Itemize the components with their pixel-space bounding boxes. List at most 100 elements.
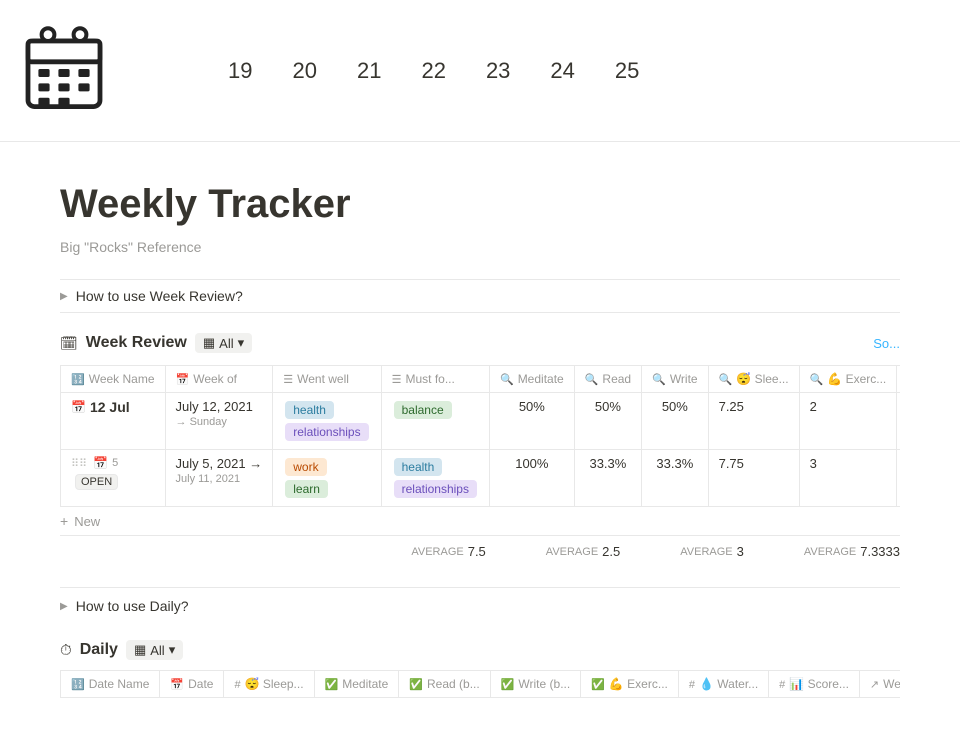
row2-exercise: 3 [799, 450, 897, 507]
daily-col-week: ↗Week [859, 671, 900, 698]
week-review-title: Week Review [86, 334, 187, 352]
daily-view-selector[interactable]: ▦ All ▾ [126, 640, 183, 660]
row1-date-arrow: → Sunday [176, 416, 263, 428]
row2-went-well-tag-work: work [285, 458, 326, 476]
week-review-table: 🔢Week Name 📅Week of ☰Went well ☰Must fo.… [60, 365, 900, 507]
row1-must-focus: balance [381, 393, 489, 450]
daily-col-meditate: ✅Meditate [314, 671, 399, 698]
daily-chevron-icon: ▾ [169, 642, 176, 658]
toggle-arrow-daily: ▶ [60, 601, 68, 612]
how-to-use-daily-label: How to use Daily? [76, 598, 189, 614]
row2-must-focus-tag-health: health [394, 458, 443, 476]
row1-must-focus-tag-balance: balance [394, 401, 452, 419]
avg-sleep: AVERAGE 7.5 [411, 544, 485, 559]
col-write: 🔍Write [642, 366, 708, 393]
date-20: 20 [292, 58, 316, 84]
date-numbers-row: 19 20 21 22 23 24 25 [128, 42, 960, 100]
how-to-use-daily-toggle[interactable]: ▶ How to use Daily? [60, 587, 900, 624]
add-new-row[interactable]: + New [60, 507, 900, 535]
row2-open-badge: OPEN [75, 474, 118, 490]
daily-col-exercise: ✅💪 Exerc... [581, 671, 679, 698]
avg-water-value: 3 [737, 544, 744, 559]
table-row: 📅 12 Jul July 12, 2021 → Sunday health r… [61, 393, 901, 450]
avg-score: AVERAGE 7.3333 [804, 544, 900, 559]
row1-meditate: 50% [489, 393, 574, 450]
row2-calendar-icon: 📅 [93, 456, 108, 470]
daily-col-score: #📊 Score... [769, 671, 860, 698]
row2-date-line1: July 5, 2021 → [176, 456, 263, 471]
date-24: 24 [550, 58, 574, 84]
daily-section: ⏱ Daily ▦ All ▾ 🔢Date Name 📅Date #😴 Slee… [60, 640, 900, 698]
row1-read: 50% [574, 393, 641, 450]
calendar-icon-container [0, 8, 128, 133]
row2-went-well-tag-learn: learn [285, 480, 328, 498]
col-week-of: 📅Week of [165, 366, 273, 393]
date-22: 22 [421, 58, 445, 84]
avg-exercise-value: 2.5 [602, 544, 620, 559]
daily-col-date: 📅Date [160, 671, 224, 698]
avg-score-label: AVERAGE [804, 546, 856, 558]
row1-water: 3 [897, 393, 900, 450]
daily-col-read: ✅Read (b... [399, 671, 490, 698]
row1-week-name[interactable]: 📅 12 Jul [61, 393, 166, 450]
row2-write: 33.3% [642, 450, 708, 507]
daily-col-date-name: 🔢Date Name [61, 671, 160, 698]
row1-date-line1: July 12, 2021 [176, 399, 253, 414]
date-19: 19 [228, 58, 252, 84]
daily-col-write: ✅Write (b... [490, 671, 581, 698]
chevron-down-icon: ▾ [238, 335, 245, 351]
row2-date-line2: July 11, 2021 [176, 473, 263, 485]
avg-water-label: AVERAGE [680, 546, 732, 558]
row1-sleep: 7.25 [708, 393, 799, 450]
row2-read: 33.3% [574, 450, 641, 507]
add-icon: + [60, 513, 68, 529]
row2-meditate: 100% [489, 450, 574, 507]
add-new-label: New [74, 514, 100, 529]
row1-exercise: 2 [799, 393, 897, 450]
row2-went-well: work learn [273, 450, 381, 507]
table-header-row: 🔢Week Name 📅Week of ☰Went well ☰Must fo.… [61, 366, 901, 393]
daily-clock-icon: ⏱ [60, 642, 72, 659]
averages-row: AVERAGE 7.5 AVERAGE 2.5 AVERAGE 3 AVERAG… [60, 535, 900, 567]
col-read: 🔍Read [574, 366, 641, 393]
avg-sleep-value: 7.5 [468, 544, 486, 559]
date-25: 25 [615, 58, 639, 84]
avg-water: AVERAGE 3 [680, 544, 744, 559]
row1-week-of: July 12, 2021 → Sunday [165, 393, 273, 450]
col-exercise: 🔍💪 Exerc... [799, 366, 897, 393]
row1-write: 50% [642, 393, 708, 450]
col-meditate: 🔍Meditate [489, 366, 574, 393]
calendar-bar: 19 20 21 22 23 24 25 [0, 0, 960, 142]
daily-col-sleep: #😴 Sleep... [224, 671, 314, 698]
page-content: Weekly Tracker Big "Rocks" Reference ▶ H… [0, 142, 960, 742]
row2-num: 5 [112, 457, 118, 469]
daily-header: ⏱ Daily ▦ All ▾ [60, 640, 900, 660]
daily-table: 🔢Date Name 📅Date #😴 Sleep... ✅Meditate ✅… [60, 670, 900, 698]
how-to-use-week-review-toggle[interactable]: ▶ How to use Week Review? [60, 279, 900, 313]
row2-must-focus: health relationships [381, 450, 489, 507]
date-23: 23 [486, 58, 510, 84]
toggle-arrow-right: ▶ [60, 291, 68, 302]
row1-went-well: health relationships [273, 393, 381, 450]
col-water: 🔍💧 Wate... [897, 366, 900, 393]
table-row: ⠿⠿ 📅 5 OPEN July 5, 2021 → July 11, 2021… [61, 450, 901, 507]
row1-calendar-icon: 📅 [71, 400, 86, 414]
week-review-icon: 🗓 [60, 335, 78, 352]
row1-went-well-tag-health: health [285, 401, 334, 419]
page-title: Weekly Tracker [60, 182, 900, 227]
view-selector[interactable]: ▦ All ▾ [195, 333, 252, 353]
col-week-name: 🔢Week Name [61, 366, 166, 393]
grid-icon: ▦ [203, 335, 215, 351]
daily-view-label: All [150, 643, 164, 658]
calendar-icon [24, 24, 104, 114]
daily-grid-icon: ▦ [134, 642, 146, 658]
row2-must-focus-tag-relationships: relationships [394, 480, 477, 498]
col-sleep: 🔍😴 Slee... [708, 366, 799, 393]
avg-score-value: 7.3333 [860, 544, 900, 559]
daily-title: Daily [80, 641, 118, 659]
row2-week-name[interactable]: ⠿⠿ 📅 5 OPEN [61, 450, 166, 507]
daily-header-row: 🔢Date Name 📅Date #😴 Sleep... ✅Meditate ✅… [61, 671, 901, 698]
sort-button[interactable]: So... [873, 336, 900, 351]
week-review-header: 🗓 Week Review ▦ All ▾ So... [60, 333, 900, 353]
col-must-focus: ☰Must fo... [381, 366, 489, 393]
